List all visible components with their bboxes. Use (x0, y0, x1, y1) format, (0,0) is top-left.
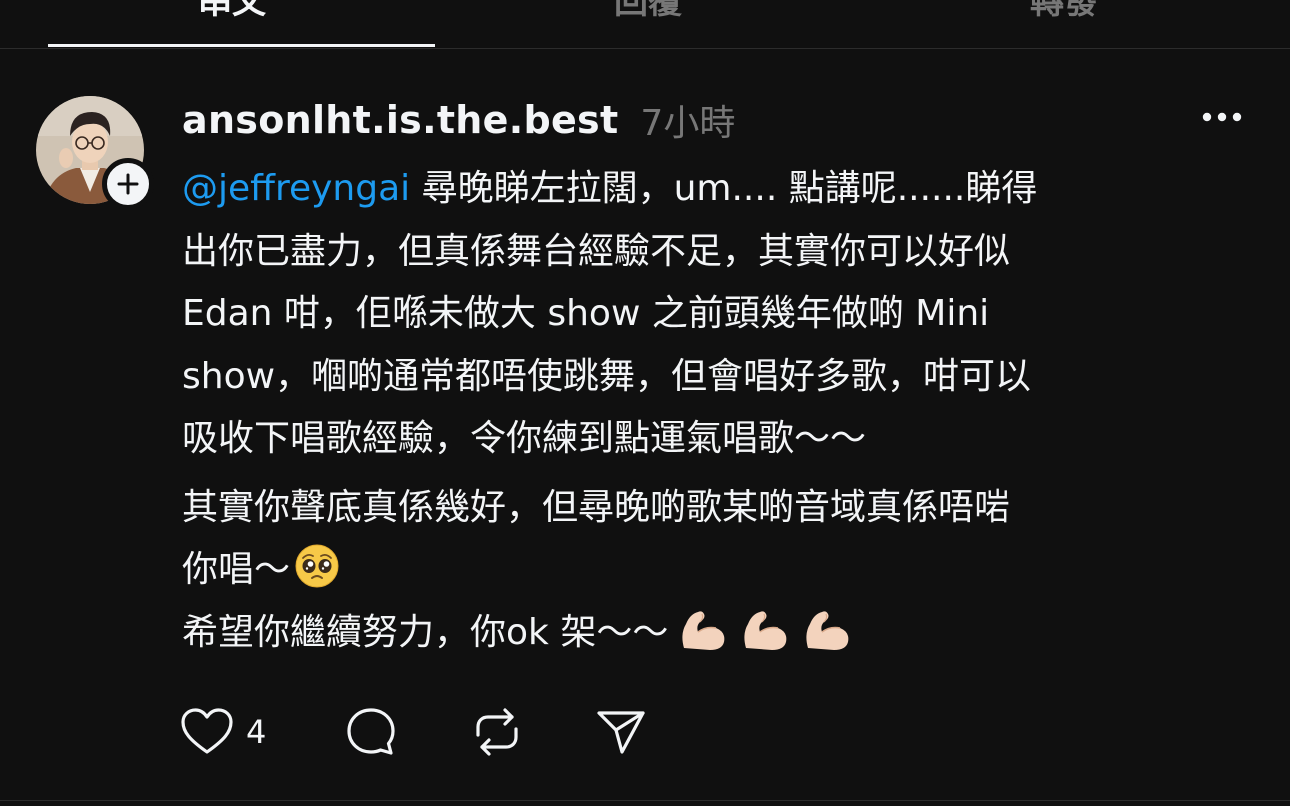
reply-button[interactable] (344, 700, 398, 764)
repost-button[interactable] (470, 700, 524, 764)
post-line: Edan 咁，佢喺未做大 show 之前頭幾年做啲 Mini (182, 293, 990, 334)
comment-icon (347, 708, 395, 755)
post-line: 出你已盡力，但真係舞台經驗不足，其實你可以好似 (182, 230, 1011, 272)
tab-replies[interactable]: 回覆 (614, 0, 682, 23)
flexed-biceps-emoji-icon (744, 610, 787, 650)
flexed-biceps-emoji-icon (682, 610, 725, 650)
post-line: 其實你聲底真係幾好，但尋晚啲歌某啲音域真係唔啱 (182, 486, 1011, 528)
username[interactable]: ansonlht.is.the.best (182, 98, 618, 142)
send-icon (597, 711, 645, 754)
post-timestamp: 7小時 (640, 103, 736, 144)
post-line: @jeffreyngai 尋晚睇左拉闊，um.... 點講呢......睇得 (182, 168, 1038, 209)
more-dots-icon (1202, 112, 1242, 122)
tab-threads[interactable]: 串文 (198, 0, 266, 23)
follow-button[interactable] (102, 158, 154, 210)
post-line: 吸收下唱歌經驗，令你練到點運氣唱歌～～ (182, 418, 867, 459)
post-line: 希望你繼續努力，你ok 架～～ (182, 602, 1262, 665)
share-button[interactable] (594, 700, 648, 764)
repost-icon (476, 708, 518, 756)
divider (0, 800, 1290, 801)
mention-link[interactable]: @jeffreyngai (182, 168, 410, 209)
post-body: @jeffreyngai 尋晚睇左拉闊，um.... 點講呢......睇得 出… (182, 158, 1262, 664)
tab-reposts[interactable]: 轉發 (1030, 0, 1098, 23)
post-line: 你唱～ (182, 539, 1262, 602)
profile-tab-bar: 串文 回覆 轉發 (0, 0, 1290, 49)
like-button[interactable]: 4 (180, 700, 266, 764)
more-options-button[interactable] (1198, 102, 1246, 132)
heart-icon (181, 708, 233, 754)
plus-icon (117, 173, 139, 195)
flexed-biceps-emoji-icon (806, 610, 849, 650)
post-header: ansonlht.is.the.best 7小時 (182, 92, 735, 148)
emoji-group (676, 604, 852, 652)
like-count: 4 (246, 713, 267, 751)
post-line: show，嗰啲通常都唔使跳舞，但會唱好多歌，咁可以 (182, 355, 1032, 397)
active-tab-indicator (48, 44, 435, 47)
pleading-face-emoji-icon (294, 543, 340, 589)
